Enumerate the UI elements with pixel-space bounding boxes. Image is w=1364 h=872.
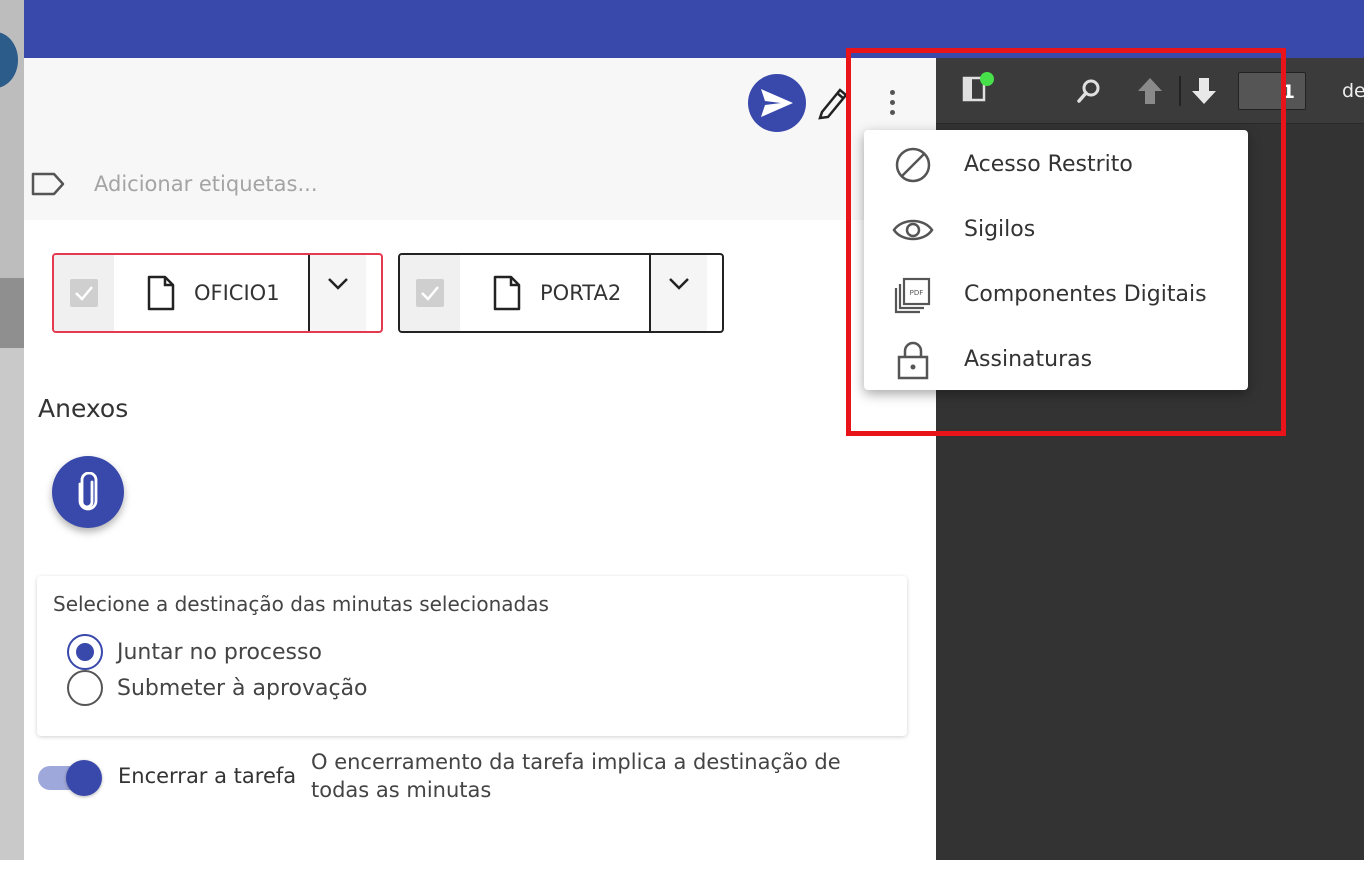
pdf-icon: PDF (892, 274, 934, 316)
attach-button[interactable] (52, 456, 124, 528)
eye-icon (892, 209, 934, 251)
destination-card: Selecione a destinação das minutas selec… (37, 576, 907, 736)
destination-title: Selecione a destinação das minutas selec… (53, 592, 549, 616)
backdrop-lower (0, 348, 24, 860)
block-icon (892, 144, 934, 186)
cut-off-field (38, 848, 44, 872)
backdrop-mid (0, 278, 24, 348)
svg-text:PDF: PDF (910, 289, 924, 297)
radio-label: Juntar no processo (117, 639, 322, 665)
chevron-down-icon (669, 278, 690, 290)
document-dropdown-button[interactable] (649, 255, 708, 331)
radio-button[interactable] (67, 670, 103, 706)
menu-item-label: Acesso Restrito (964, 152, 1133, 177)
backdrop-strip (0, 0, 24, 860)
menu-item-assinaturas[interactable]: Assinaturas (864, 327, 1248, 392)
minutas-panel: OFICIO1 PORTA2 (24, 58, 936, 860)
anexos-title: Anexos (38, 394, 129, 423)
check-icon (421, 286, 439, 301)
lock-icon (892, 339, 934, 381)
paperclip-icon (78, 472, 98, 511)
document-chip-main[interactable]: OFICIO1 (114, 255, 308, 331)
page-count-label: de (1342, 80, 1364, 102)
menu-item-sigilos[interactable]: Sigilos (864, 197, 1248, 262)
menu-item-label: Sigilos (964, 217, 1036, 242)
tags-input[interactable] (92, 166, 692, 202)
panel-header (24, 58, 936, 220)
document-checkbox[interactable] (400, 255, 460, 331)
menu-item-componentes-digitais[interactable]: PDF Componentes Digitais (864, 262, 1248, 327)
document-chip-porta2[interactable]: PORTA2 (398, 253, 724, 333)
close-task-label: Encerrar a tarefa (118, 764, 297, 788)
radio-label: Submeter à aprovação (117, 675, 368, 701)
document-chip-oficio1[interactable]: OFICIO1 (52, 253, 383, 333)
pencil-icon (818, 88, 848, 120)
send-icon (761, 89, 793, 117)
chevron-down-icon (327, 278, 348, 290)
document-checkbox[interactable] (54, 255, 114, 331)
menu-item-acesso-restrito[interactable]: Acesso Restrito (864, 132, 1248, 197)
file-icon (493, 275, 521, 311)
document-chip-main[interactable]: PORTA2 (460, 255, 649, 331)
file-icon (147, 275, 175, 311)
label-icon (31, 172, 65, 196)
menu-item-label: Componentes Digitais (964, 282, 1207, 307)
more-options-menu: Acesso Restrito Sigilos PDF Componentes … (864, 130, 1248, 390)
checkbox-box (416, 279, 444, 307)
radio-juntar[interactable]: Juntar no processo (67, 634, 322, 670)
checkbox-box (70, 279, 98, 307)
send-button[interactable] (748, 74, 806, 132)
radio-submeter[interactable]: Submeter à aprovação (67, 670, 368, 706)
document-name: OFICIO1 (194, 281, 280, 305)
document-dropdown-button[interactable] (307, 255, 366, 331)
toggle-thumb[interactable] (66, 760, 102, 796)
radio-button[interactable] (67, 634, 103, 670)
document-name: PORTA2 (540, 281, 622, 305)
menu-item-label: Assinaturas (964, 347, 1093, 372)
close-task-note: O encerramento da tarefa implica a desti… (311, 750, 841, 802)
edit-button[interactable] (816, 84, 850, 120)
check-icon (75, 286, 93, 301)
